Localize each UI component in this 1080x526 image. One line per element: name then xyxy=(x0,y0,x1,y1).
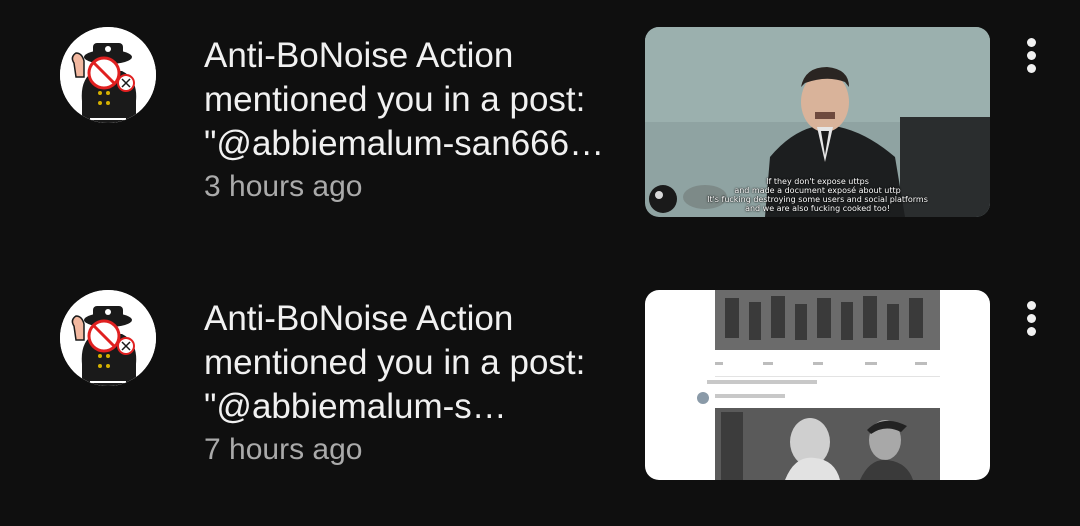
caption-line: It's fucking destroying some users and s… xyxy=(707,195,928,204)
more-vertical-icon xyxy=(1027,64,1036,73)
video-caption: If they don't expose uttps and made a do… xyxy=(645,177,990,213)
avatar[interactable] xyxy=(60,27,156,123)
avatar[interactable] xyxy=(60,290,156,386)
more-vertical-icon xyxy=(1027,301,1036,310)
notification-time: 3 hours ago xyxy=(204,170,363,203)
notification-thumbnail[interactable] xyxy=(645,290,990,480)
screenshot-image xyxy=(645,290,990,480)
notification-list: Anti-BoNoise Action mentioned you in a p… xyxy=(0,0,1080,526)
notification-message: Anti-BoNoise Action mentioned you in a p… xyxy=(204,299,586,426)
notification-item[interactable]: Anti-BoNoise Action mentioned you in a p… xyxy=(0,20,1080,250)
more-options-button[interactable] xyxy=(1012,34,1052,78)
caption-line: If they don't expose uttps xyxy=(766,177,869,186)
caption-line: and we are also fucking cooked too! xyxy=(745,204,890,213)
more-vertical-icon xyxy=(1027,314,1036,323)
more-vertical-icon xyxy=(1027,51,1036,60)
cartoon-officer-avatar-icon xyxy=(60,290,156,386)
more-vertical-icon xyxy=(1027,38,1036,47)
notification-text: Anti-BoNoise Action mentioned you in a p… xyxy=(204,34,624,206)
caption-line: and made a document exposé about uttp xyxy=(734,186,901,195)
notification-item[interactable]: Anti-BoNoise Action mentioned you in a p… xyxy=(0,283,1080,513)
notification-message: Anti-BoNoise Action mentioned you in a p… xyxy=(204,36,605,163)
cartoon-officer-avatar-icon xyxy=(60,27,156,123)
more-options-button[interactable] xyxy=(1012,297,1052,341)
notification-text: Anti-BoNoise Action mentioned you in a p… xyxy=(204,297,624,469)
notification-thumbnail[interactable]: If they don't expose uttps and made a do… xyxy=(645,27,990,217)
notification-time: 7 hours ago xyxy=(204,433,363,466)
more-vertical-icon xyxy=(1027,327,1036,336)
